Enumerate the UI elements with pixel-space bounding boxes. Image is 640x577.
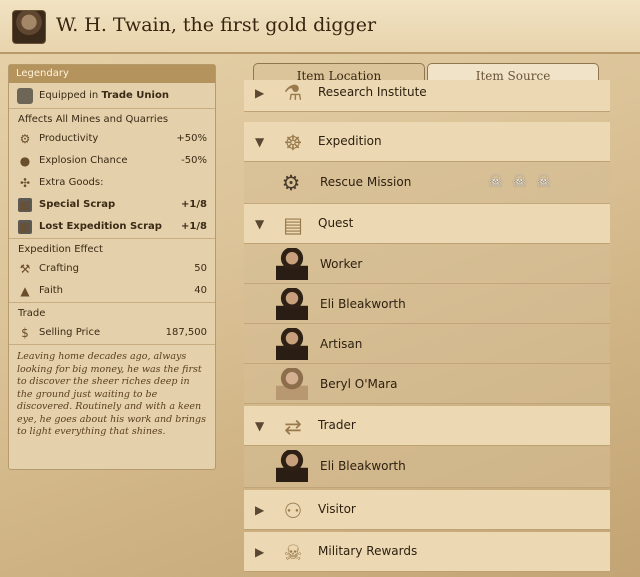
affects-heading: Affects All Mines and Quarries bbox=[18, 114, 169, 125]
difficulty-skull-icon: ☠ bbox=[488, 172, 504, 192]
bomb-icon: ● bbox=[19, 154, 31, 168]
worker-portrait-icon bbox=[276, 248, 308, 280]
tools-icon: ⚒ bbox=[19, 262, 31, 276]
expand-arrow-icon[interactable]: ▶ bbox=[255, 503, 264, 517]
legend-panel: Legendary Equipped in Trade Union Affect… bbox=[8, 64, 216, 470]
source-eli-bleakworth-trader[interactable]: Eli Bleakworth bbox=[244, 446, 610, 488]
stat-productivity: ⚙ Productivity +50% bbox=[19, 132, 207, 146]
stat-lost-expedition-scrap: ▦ Lost Expedition Scrap +1/8 bbox=[18, 220, 207, 234]
scrap-icon: ▦ bbox=[18, 198, 32, 212]
collapse-arrow-icon[interactable]: ▼ bbox=[255, 135, 264, 149]
collapse-arrow-icon[interactable]: ▼ bbox=[255, 217, 264, 231]
category-research-institute[interactable]: ▶ ⚗ Research Institute bbox=[244, 80, 610, 112]
skull-crossbones-icon: ☠ bbox=[283, 541, 303, 565]
scrap-icon: ▦ bbox=[18, 220, 32, 234]
category-expedition[interactable]: ▼ ☸ Expedition bbox=[244, 122, 610, 162]
category-quest[interactable]: ▼ ▤ Quest bbox=[244, 204, 610, 244]
collapse-arrow-icon[interactable]: ▼ bbox=[255, 419, 264, 433]
gear-icon: ⚙ bbox=[19, 132, 31, 146]
visitors-icon: ⚇ bbox=[283, 499, 303, 523]
page-title: W. H. Twain, the first gold digger bbox=[56, 14, 377, 36]
source-beryl-omara[interactable]: Beryl O'Mara bbox=[244, 364, 610, 404]
header: W. H. Twain, the first gold digger bbox=[0, 0, 640, 54]
category-trader[interactable]: ▼ ⇄ Trader bbox=[244, 406, 610, 446]
source-artisan[interactable]: Artisan bbox=[244, 324, 610, 364]
source-eli-bleakworth[interactable]: Eli Bleakworth bbox=[244, 284, 610, 324]
rescue-mission-icon: ⚙ bbox=[281, 171, 301, 195]
eli-bleakworth-portrait-icon bbox=[276, 450, 308, 482]
ship-wheel-icon: ☸ bbox=[283, 131, 303, 155]
stat-faith: ▲ Faith 40 bbox=[9, 280, 215, 302]
miner-portrait-icon bbox=[12, 10, 46, 44]
source-rescue-mission[interactable]: ⚙ Rescue Mission ☠ ☠ ☠ bbox=[244, 162, 610, 204]
difficulty-skull-icon: ☠ bbox=[512, 172, 528, 192]
stat-explosion-chance: ● Explosion Chance -50% bbox=[19, 154, 207, 168]
source-worker[interactable]: Worker bbox=[244, 244, 610, 284]
expand-arrow-icon[interactable]: ▶ bbox=[255, 545, 264, 559]
expedition-heading: Expedition Effect bbox=[9, 238, 215, 258]
trade-union-icon bbox=[17, 88, 33, 104]
artisan-portrait-icon bbox=[276, 328, 308, 360]
stat-extra-goods: ✣ Extra Goods: bbox=[19, 176, 104, 190]
book-icon: ▤ bbox=[283, 213, 303, 237]
eli-bleakworth-portrait-icon bbox=[276, 288, 308, 320]
rarity-label: Legendary bbox=[9, 65, 215, 83]
faith-icon: ▲ bbox=[20, 284, 30, 298]
exchange-icon: ⇄ bbox=[284, 415, 302, 439]
category-visitor[interactable]: ▶ ⚇ Visitor bbox=[244, 490, 610, 530]
stat-special-scrap: ▦ Special Scrap +1/8 bbox=[18, 198, 207, 212]
beryl-omara-portrait-icon bbox=[276, 368, 308, 400]
expand-arrow-icon[interactable]: ▶ bbox=[255, 86, 264, 100]
flask-icon: ⚗ bbox=[283, 81, 303, 105]
item-description: Leaving home decades ago, always looking… bbox=[9, 344, 215, 445]
difficulty-skull-icon: ☠ bbox=[536, 172, 552, 192]
equipped-place: Trade Union bbox=[101, 90, 169, 101]
category-military-rewards[interactable]: ▶ ☠ Military Rewards bbox=[244, 532, 610, 572]
coin-icon: $ bbox=[21, 326, 29, 340]
stat-crafting: ⚒ Crafting 50 bbox=[19, 262, 207, 276]
stat-selling-price: $ Selling Price 187,500 bbox=[9, 322, 215, 344]
equipped-row: Equipped in Trade Union bbox=[9, 83, 215, 109]
trade-heading: Trade bbox=[9, 302, 215, 322]
plus-icon: ✣ bbox=[19, 176, 31, 190]
